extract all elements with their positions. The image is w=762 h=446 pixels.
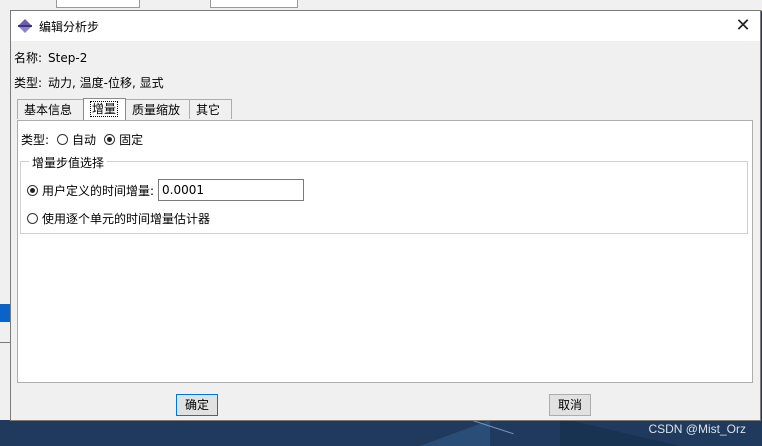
tab-increment[interactable]: 增量 — [83, 98, 126, 120]
ok-button[interactable]: 确定 — [176, 394, 218, 416]
increment-size-group: 增量步值选择 用户定义的时间增量: 使用逐个单元的时间增量估计器 — [20, 154, 748, 234]
step-name-value: Step-2 — [48, 51, 88, 65]
dialog-title: 编辑分析步 — [39, 20, 100, 34]
dialog-titlebar[interactable]: 编辑分析步 ✕ — [11, 11, 760, 41]
step-name-row: 名称: Step-2 — [14, 49, 87, 66]
radio-automatic[interactable]: 自动 — [57, 131, 96, 148]
background-divider — [0, 342, 10, 343]
radio-fixed-indicator[interactable] — [104, 134, 116, 145]
cancel-button[interactable]: 取消 — [549, 394, 591, 416]
tab-basic[interactable]: 基本信息 — [17, 99, 84, 119]
step-type-value: 动力, 温度-位移, 显式 — [48, 76, 164, 90]
watermark: CSDN @Mist_Orz — [648, 422, 746, 436]
increment-panel: 类型: 自动 固定 增量步值选择 用户定义的时间增量: 0.0001 使用逐个单… — [17, 120, 753, 383]
tab-other[interactable]: 其它 — [189, 99, 232, 119]
background-selection-strip — [0, 304, 10, 322]
edit-step-dialog: 编辑分析步 ✕ 名称: Step-2 类型: 动力, 温度-位移, 显式 基本信息 … — [10, 10, 761, 421]
radio-element-estimator[interactable]: 使用逐个单元的时间增量估计器 — [27, 210, 210, 227]
user-defined-increment-row: 用户定义的时间增量: — [27, 179, 305, 201]
element-estimator-row: 使用逐个单元的时间增量估计器 — [27, 210, 210, 227]
background-combo-1 — [56, 0, 140, 8]
step-manager-icon — [18, 19, 32, 33]
increment-type-row: 类型: 自动 固定 — [21, 131, 143, 148]
background-combo-2 — [210, 0, 298, 8]
time-increment-input[interactable] — [158, 179, 305, 201]
desktop-wallpaper-shape — [420, 420, 490, 446]
radio-fixed[interactable]: 固定 — [104, 131, 143, 148]
radio-user-defined[interactable]: 用户定义的时间增量: — [27, 182, 154, 199]
radio-automatic-indicator[interactable] — [57, 134, 69, 145]
step-name-label: 名称: — [14, 51, 43, 65]
radio-user-defined-indicator[interactable] — [27, 184, 38, 196]
tab-mass-scaling[interactable]: 质量缩放 — [125, 99, 190, 119]
radio-element-estimator-indicator[interactable] — [27, 213, 38, 224]
step-type-row: 类型: 动力, 温度-位移, 显式 — [14, 74, 164, 91]
increment-size-group-title: 增量步值选择 — [29, 154, 108, 171]
increment-type-label: 类型: — [21, 133, 50, 147]
close-icon[interactable]: ✕ — [732, 15, 754, 37]
step-type-label: 类型: — [14, 76, 43, 90]
